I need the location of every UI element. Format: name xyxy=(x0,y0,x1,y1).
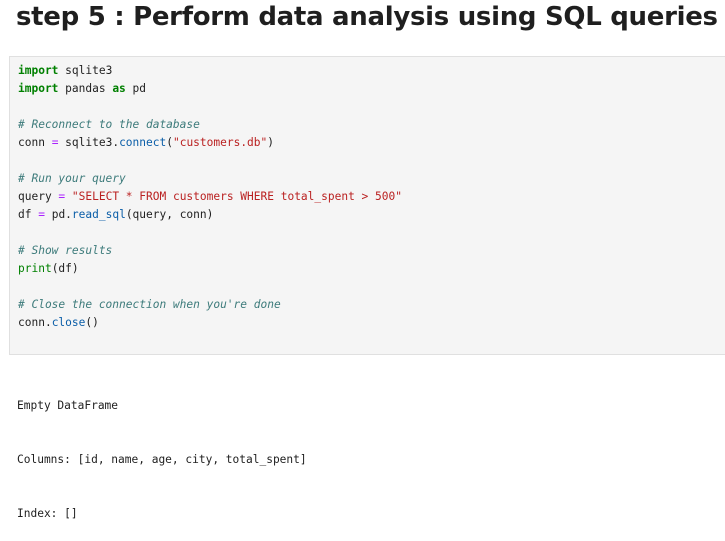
code-token: # Show results xyxy=(18,244,113,257)
code-line: import sqlite3 xyxy=(18,62,402,80)
output-line: Columns: [id, name, age, city, total_spe… xyxy=(17,453,307,466)
code-token: = xyxy=(38,208,45,221)
output-line: Empty DataFrame xyxy=(17,399,119,412)
code-line: query = "SELECT * FROM customers WHERE t… xyxy=(18,188,402,206)
code-line: conn = sqlite3.connect("customers.db") xyxy=(18,134,402,152)
code-line: # Reconnect to the database xyxy=(18,116,402,134)
output-line: Index: [] xyxy=(17,507,78,520)
code-token: # Close the connection when you're done xyxy=(18,298,281,311)
code-token: pd xyxy=(125,82,147,95)
code-token: sqlite3. xyxy=(58,136,120,149)
code-token: import xyxy=(18,82,59,95)
code-token: "SELECT * FROM customers WHERE total_spe… xyxy=(71,190,402,203)
code-token: ( xyxy=(166,136,173,149)
code-token: ) xyxy=(267,136,275,149)
code-token: read_sql xyxy=(71,208,126,221)
code-line: df = pd.read_sql(query, conn) xyxy=(18,206,402,224)
code-token: "customers.db" xyxy=(172,136,268,149)
code-cell[interactable]: import sqlite3 import pandas as pd # Reco… xyxy=(9,56,725,355)
code-token: (query, conn) xyxy=(125,208,214,221)
code-token: query xyxy=(18,190,59,203)
code-token: () xyxy=(85,316,99,329)
code-token: (df) xyxy=(51,262,79,275)
code-token: close xyxy=(51,316,86,329)
section-heading: step 5 : Perform data analysis using SQL… xyxy=(16,2,718,32)
code-token: sqlite3 xyxy=(58,64,113,77)
code-token: df xyxy=(18,208,39,221)
code-line: import pandas as pd xyxy=(18,80,402,98)
cell-output: Empty DataFrame Columns: [id, name, age,… xyxy=(17,361,307,541)
code-token: as xyxy=(112,82,126,95)
code-line: # Run your query xyxy=(18,170,402,188)
code-line: # Show results xyxy=(18,242,402,260)
code-token: print xyxy=(18,262,52,275)
code-line: # Close the connection when you're done xyxy=(18,296,402,314)
code-token: import xyxy=(18,64,59,77)
code-token: conn xyxy=(18,136,52,149)
code-token: # Run your query xyxy=(18,172,126,185)
code-line: conn.close() xyxy=(18,314,402,332)
code-token: pd. xyxy=(44,208,72,221)
code-token: pandas xyxy=(58,82,113,95)
code-line: print(df) xyxy=(18,260,402,278)
code-token: connect xyxy=(119,136,167,149)
code-token: # Reconnect to the database xyxy=(18,118,200,131)
code-token: conn. xyxy=(18,316,52,329)
code-editor[interactable]: import sqlite3 import pandas as pd # Reco… xyxy=(18,62,402,332)
